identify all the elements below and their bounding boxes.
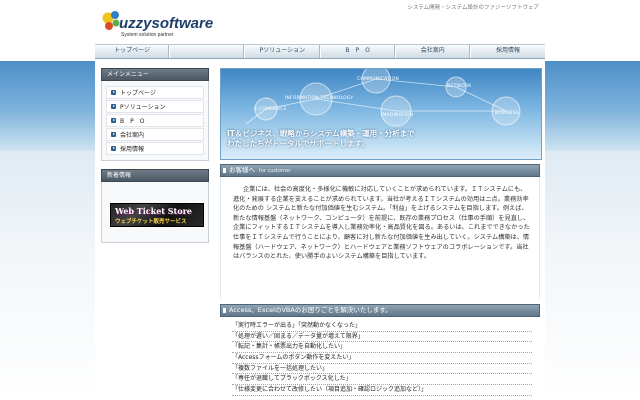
main-menu-title: メインメニュー xyxy=(101,68,209,81)
svg-text:System solution partner: System solution partner xyxy=(121,32,174,38)
arrow-bullet-icon xyxy=(111,104,116,109)
menu-item-label: B P O xyxy=(120,118,145,125)
list-item: 「複数ファイルを一括処理したい」 xyxy=(232,364,532,375)
nav-blank xyxy=(170,45,246,58)
arrow-bullet-icon xyxy=(111,118,116,123)
news-box: Web Ticket Store ウェブチケット販売サービス xyxy=(101,182,209,243)
customer-body: 企業には、社会の高度化・多様化に機敏に対応していくことが求められています。ＩＴシ… xyxy=(220,177,540,299)
bubble-business: BUSINESS xyxy=(495,111,520,116)
customer-subtitle: for customer xyxy=(259,168,292,174)
banner-subtitle: ウェブチケット販売サービス xyxy=(115,219,187,225)
bubble-imagination: IMAGINATION xyxy=(381,113,414,118)
nav-p-solution[interactable]: Pソリューション xyxy=(245,45,321,58)
global-nav: トップページ Pソリューション B P O 会社案内 採用情報 xyxy=(95,44,545,59)
menu-item-recruit[interactable]: 採用情報 xyxy=(106,142,204,155)
main-menu: トップページ Pソリューション B P O 会社案内 採用情報 xyxy=(101,81,209,161)
page-container: uzzysoftware System solution partner システ… xyxy=(95,0,545,400)
list-item: 「実行時エラーが出る」「突然動かなくなった」 xyxy=(232,321,532,332)
hero-line-2: わたしたちがトータルでサポートします。 xyxy=(227,139,369,148)
menu-item-label: 採用情報 xyxy=(120,146,145,153)
access-section-title: Access、ExcelのVBAのお困りごとを解決いたします。 xyxy=(220,304,540,317)
customer-title: お客様へ xyxy=(229,166,255,174)
site-header: uzzysoftware System solution partner システ… xyxy=(95,0,545,44)
sidebar: メインメニュー トップページ Pソリューション B P O 会社案内 採用情報 xyxy=(101,68,209,243)
web-ticket-store-banner[interactable]: Web Ticket Store ウェブチケット販売サービス xyxy=(110,203,204,227)
list-item: 「専任が退職してブラックボックス化した」 xyxy=(232,374,532,386)
svg-text:uzzysoftware: uzzysoftware xyxy=(119,15,213,32)
customer-section-title: お客様へ for customer xyxy=(220,164,540,177)
news-title: 新着情報 xyxy=(101,169,209,182)
menu-item-label: トップページ xyxy=(120,90,156,97)
list-item: 「Accessフォームのボタン動作を変えたい」 xyxy=(232,353,532,364)
hero-banner: COMMUNICATION INFORMATION TECHNOLOGY NET… xyxy=(220,68,542,160)
menu-item-label: Pソリューション xyxy=(120,104,166,111)
hero-line-1: IT＆ビジネス、戦略からシステム構築・運用・分析まで xyxy=(227,129,415,138)
bubble-communication: COMMUNICATION xyxy=(357,77,399,82)
list-item: 「転記・集計・帳票出力を自動化したい」 xyxy=(232,342,532,354)
bubble-information-technology: INFORMATION TECHNOLOGY xyxy=(285,96,354,101)
bubble-e-commerce: E-COMMERCE xyxy=(254,107,287,112)
arrow-bullet-icon xyxy=(111,132,116,137)
nav-company[interactable]: 会社案内 xyxy=(396,45,471,58)
menu-item-company[interactable]: 会社案内 xyxy=(106,128,204,141)
fuzzysoftware-logo[interactable]: uzzysoftware System solution partner xyxy=(99,6,219,40)
nav-recruit[interactable]: 採用情報 xyxy=(471,45,545,58)
list-item: 「仕様変更に合わせて改修したい（項目追加・確認ロジック追加など）」 xyxy=(232,385,532,396)
menu-item-p-solution[interactable]: Pソリューション xyxy=(106,100,204,113)
banner-title: Web Ticket Store xyxy=(115,206,192,216)
menu-item-top-page[interactable]: トップページ xyxy=(106,86,204,99)
main-content: COMMUNICATION INFORMATION TECHNOLOGY NET… xyxy=(220,68,542,396)
site-tagline: システム開発・システム設計のファジーソフトウェア xyxy=(407,5,539,11)
nav-bpo[interactable]: B P O xyxy=(321,45,396,58)
menu-item-label: 会社案内 xyxy=(120,132,145,139)
menu-item-bpo[interactable]: B P O xyxy=(106,114,204,127)
bubble-network: NETWORK xyxy=(447,84,472,89)
arrow-bullet-icon xyxy=(111,90,116,95)
nav-top-page[interactable]: トップページ xyxy=(95,45,171,58)
issue-list: 「実行時エラーが出る」「突然動かなくなった」 「処理が遅い／固まる／データ量が増… xyxy=(220,317,540,396)
hero-copy: IT＆ビジネス、戦略からシステム構築・運用・分析まで わたしたちがトータルでサポ… xyxy=(227,129,415,149)
list-item: 「処理が遅い／固まる／データ量が増えて限界」 xyxy=(232,332,532,343)
arrow-bullet-icon xyxy=(111,146,116,151)
